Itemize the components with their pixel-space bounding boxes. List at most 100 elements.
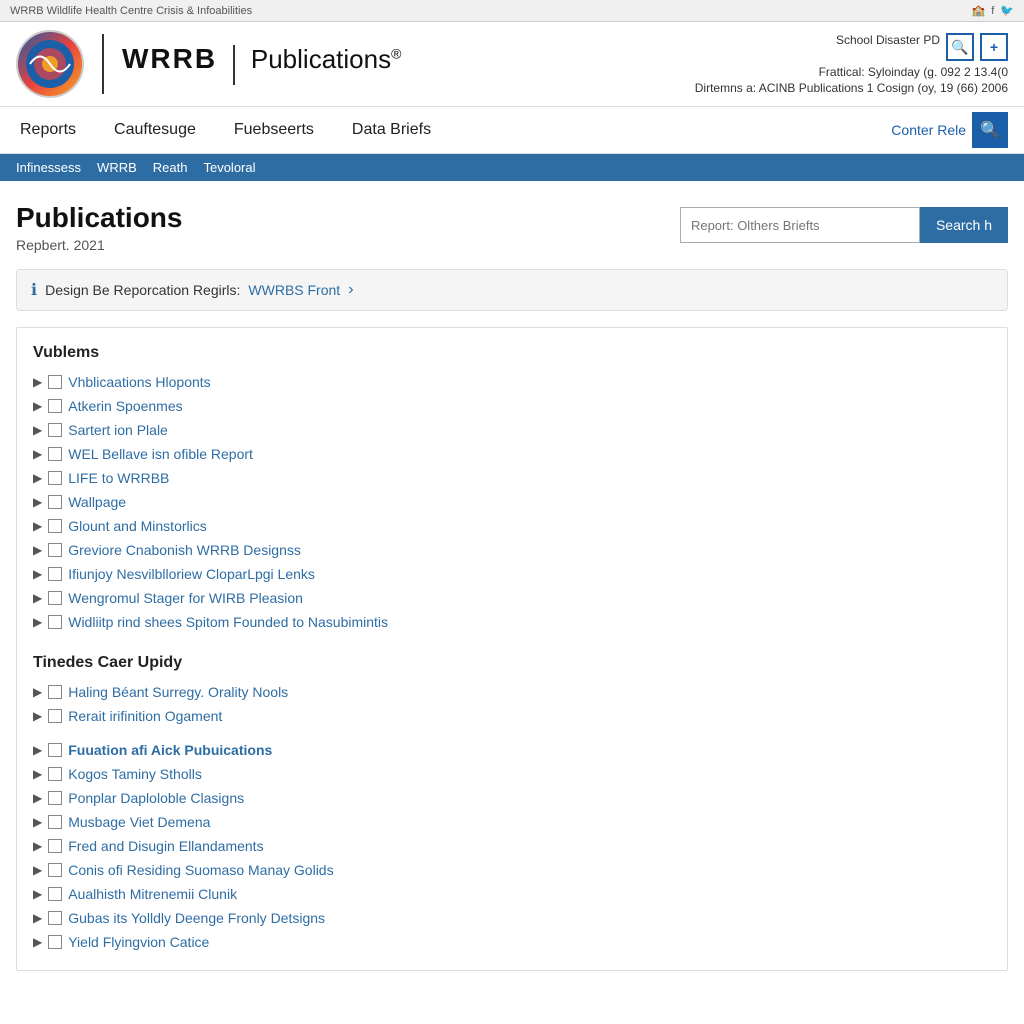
list-link[interactable]: Conis ofi Residing Suomaso Manay Golids <box>68 862 333 878</box>
list-link[interactable]: LIFE to WRRBB <box>68 470 169 486</box>
list-link[interactable]: Yield Flyingvion Catice <box>68 934 209 950</box>
list-item: ▶ Ponplar Daploloble Clasigns <box>33 786 991 810</box>
arrow-icon[interactable]: ▶ <box>33 743 42 757</box>
list-link[interactable]: Greviore Cnabonish WRRB Designss <box>68 542 301 558</box>
checkbox[interactable] <box>48 791 62 805</box>
arrow-icon[interactable]: ▶ <box>33 495 42 509</box>
list-link[interactable]: Glount and Minstorlics <box>68 518 207 534</box>
checkbox[interactable] <box>48 743 62 757</box>
list-link[interactable]: Kogos Taminy Stholls <box>68 766 202 782</box>
list-item: ▶ Conis ofi Residing Suomaso Manay Golid… <box>33 858 991 882</box>
arrow-icon[interactable]: ▶ <box>33 911 42 925</box>
arrow-icon[interactable]: ▶ <box>33 685 42 699</box>
arrow-icon[interactable]: ▶ <box>33 567 42 581</box>
fuuation-title-link[interactable]: Fuuation afi Aick Pubuications <box>68 742 272 758</box>
arrow-icon[interactable]: ▶ <box>33 615 42 629</box>
checkbox[interactable] <box>48 447 62 461</box>
list-link[interactable]: Aualhisth Mitrenemii Clunik <box>68 886 237 902</box>
checkbox[interactable] <box>48 495 62 509</box>
arrow-icon[interactable]: ▶ <box>33 543 42 557</box>
list-item: ▶ Musbage Viet Demena <box>33 810 991 834</box>
checkbox[interactable] <box>48 887 62 901</box>
list-link[interactable]: Wengromul Stager for WIRB Pleasion <box>68 590 303 606</box>
logo-circle <box>16 30 84 98</box>
list-link[interactable]: Wallpage <box>68 494 126 510</box>
arrow-icon[interactable]: ▶ <box>33 447 42 461</box>
header-icons: School Disaster PD 🔍 + <box>695 33 1008 61</box>
plus-icon-box[interactable]: + <box>980 33 1008 61</box>
list-link[interactable]: Sartert ion Plale <box>68 422 168 438</box>
info-circle-icon: ℹ <box>31 280 37 300</box>
list-item: ▶ Atkerin Spoenmes <box>33 394 991 418</box>
nav-search-link[interactable]: Conter Rele <box>891 122 966 138</box>
arrow-icon[interactable]: ▶ <box>33 839 42 853</box>
list-item: ▶ Wallpage <box>33 490 991 514</box>
school-icon: 🏫 <box>972 4 986 17</box>
checkbox[interactable] <box>48 519 62 533</box>
nav-data-briefs[interactable]: Data Briefs <box>348 107 435 153</box>
list-link[interactable]: Ponplar Daploloble Clasigns <box>68 790 244 806</box>
dirtemns-line: Dirtemns a: ACINB Publications 1 Cosign … <box>695 81 1008 95</box>
page-search-button[interactable]: Search h <box>920 207 1008 243</box>
list-link[interactable]: Vhblicaations Hloponts <box>68 374 210 390</box>
nav-reports[interactable]: Reports <box>16 107 80 153</box>
checkbox[interactable] <box>48 567 62 581</box>
checkbox[interactable] <box>48 709 62 723</box>
arrow-icon[interactable]: ▶ <box>33 791 42 805</box>
list-link[interactable]: Fred and Disugin Ellandaments <box>68 838 263 854</box>
nav-fuebseerts[interactable]: Fuebseerts <box>230 107 318 153</box>
list-link[interactable]: Haling Béant Surregy. Orality Nools <box>68 684 288 700</box>
list-link[interactable]: Atkerin Spoenmes <box>68 398 182 414</box>
arrow-icon[interactable]: ▶ <box>33 815 42 829</box>
school-info: School Disaster PD <box>695 33 940 61</box>
arrow-icon[interactable]: ▶ <box>33 399 42 413</box>
checkbox[interactable] <box>48 863 62 877</box>
checkbox[interactable] <box>48 399 62 413</box>
breadcrumb-reath[interactable]: Reath <box>153 160 188 175</box>
arrow-icon[interactable]: ▶ <box>33 887 42 901</box>
arrow-icon[interactable]: ▶ <box>33 935 42 949</box>
checkbox[interactable] <box>48 767 62 781</box>
list-item: ▶ Widliitp rind shees Spitom Founded to … <box>33 610 991 634</box>
logo-svg <box>25 39 75 89</box>
list-link[interactable]: WEL Bellave isn ofible Report <box>68 446 253 462</box>
arrow-icon[interactable]: ▶ <box>33 591 42 605</box>
arrow-icon[interactable]: ▶ <box>33 423 42 437</box>
arrow-icon[interactable]: ▶ <box>33 709 42 723</box>
list-link[interactable]: Ifiunjoy Nesvilblloriew CloparLpgi Lenks <box>68 566 315 582</box>
arrow-icon[interactable]: ▶ <box>33 471 42 485</box>
list-link[interactable]: Musbage Viet Demena <box>68 814 210 830</box>
checkbox[interactable] <box>48 615 62 629</box>
list-item: ▶ Kogos Taminy Stholls <box>33 762 991 786</box>
list-link[interactable]: Gubas its Yolldly Deenge Fronly Detsigns <box>68 910 325 926</box>
volumes-section-title: Vublems <box>33 344 991 362</box>
search-icon-box[interactable]: 🔍 <box>946 33 974 61</box>
arrow-icon[interactable]: ▶ <box>33 863 42 877</box>
fb-icon: f <box>991 5 994 17</box>
checkbox[interactable] <box>48 815 62 829</box>
checkbox[interactable] <box>48 839 62 853</box>
nav-search-button[interactable]: 🔍 <box>972 112 1008 148</box>
list-link[interactable]: Widliitp rind shees Spitom Founded to Na… <box>68 614 388 630</box>
breadcrumb-wrrb[interactable]: WRRB <box>97 160 137 175</box>
arrow-icon[interactable]: ▶ <box>33 519 42 533</box>
breadcrumb-infinessess[interactable]: Infinessess <box>16 160 81 175</box>
checkbox[interactable] <box>48 911 62 925</box>
checkbox[interactable] <box>48 543 62 557</box>
checkbox[interactable] <box>48 471 62 485</box>
checkbox[interactable] <box>48 685 62 699</box>
top-bar-left-text: WRRB Wildlife Health Centre Crisis & Inf… <box>10 5 252 17</box>
checkbox[interactable] <box>48 423 62 437</box>
arrow-icon[interactable]: ▶ <box>33 375 42 389</box>
checkbox[interactable] <box>48 591 62 605</box>
logo-title: WRRB <box>122 43 217 74</box>
arrow-icon[interactable]: ▶ <box>33 767 42 781</box>
info-link[interactable]: WWRBS Front <box>248 282 340 298</box>
tw-icon: 🐦 <box>1000 4 1014 17</box>
breadcrumb-tevoloral[interactable]: Tevoloral <box>203 160 255 175</box>
page-search-input[interactable] <box>680 207 920 243</box>
checkbox[interactable] <box>48 375 62 389</box>
nav-cauftesuge[interactable]: Cauftesuge <box>110 107 200 153</box>
checkbox[interactable] <box>48 935 62 949</box>
list-link[interactable]: Rerait irifinition Ogament <box>68 708 222 724</box>
